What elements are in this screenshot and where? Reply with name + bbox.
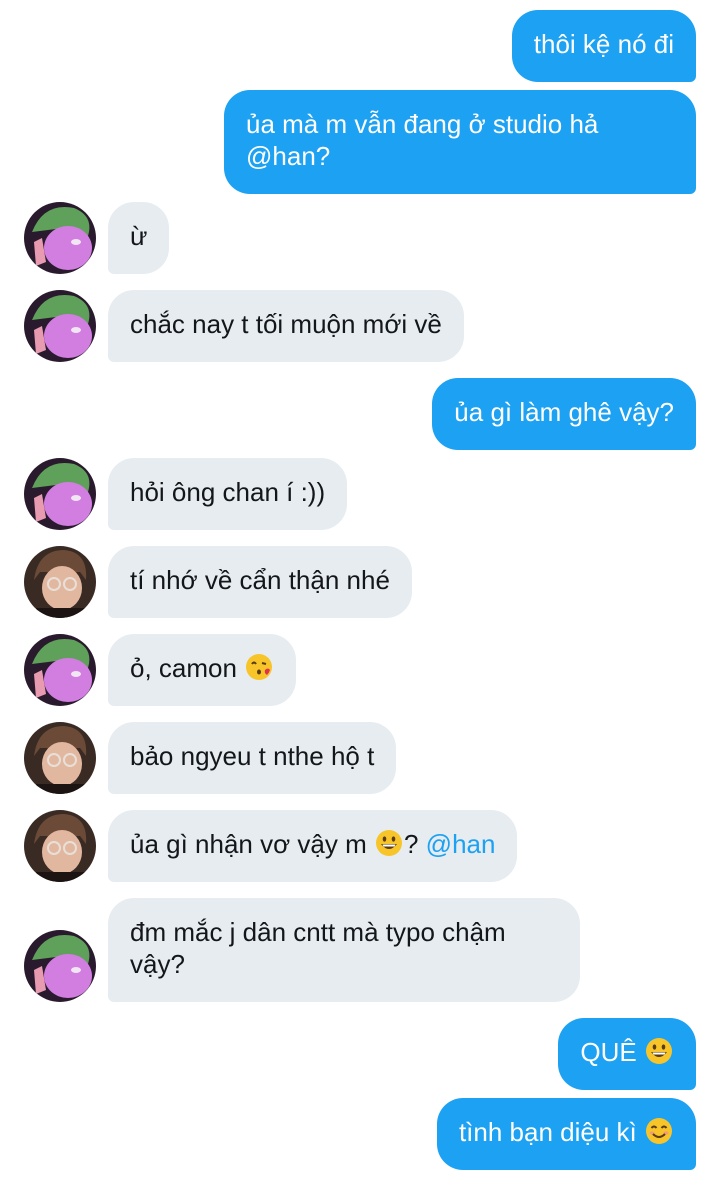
user-avatar-green-hair[interactable] xyxy=(24,634,96,706)
smiling-face-emoji xyxy=(644,1116,674,1146)
avatar-image xyxy=(24,634,96,706)
user-avatar-glasses[interactable] xyxy=(24,810,96,882)
user-avatar-green-hair[interactable] xyxy=(24,290,96,362)
sent-message-bubble[interactable]: tình bạn diệu kì xyxy=(436,1098,696,1170)
grinning-face-emoji xyxy=(374,828,404,858)
received-message-bubble[interactable]: đm mắc j dân cntt mà typo chậm vậy? xyxy=(108,898,580,1002)
message-text: ? xyxy=(403,829,419,859)
sent-message-bubble[interactable]: QUÊ xyxy=(558,1018,696,1090)
avatar-image xyxy=(24,810,96,882)
message-text: ỏ, camon xyxy=(130,653,237,683)
user-avatar-green-hair[interactable] xyxy=(24,458,96,530)
message-text: thôi kệ nó đi xyxy=(533,29,674,59)
user-avatar-green-hair[interactable] xyxy=(24,202,96,274)
user-avatar-green-hair[interactable] xyxy=(24,930,96,1002)
message-text: ừ xyxy=(130,221,148,251)
avatar-image xyxy=(24,458,96,530)
user-avatar-glasses[interactable] xyxy=(24,546,96,618)
avatar-image xyxy=(24,202,96,274)
message-text: chắc nay t tối muộn mới về xyxy=(130,309,442,339)
avatar-image xyxy=(24,930,96,1002)
sent-message-bubble[interactable]: ủa mà m vẫn đang ở studio hả @han? xyxy=(224,90,696,194)
message-text: đm mắc j dân cntt mà typo chậm vậy? xyxy=(130,917,506,979)
sent-message-bubble[interactable]: ủa gì làm ghê vậy? xyxy=(432,378,696,450)
message-text: bảo ngyeu t nthe hộ t xyxy=(130,741,375,771)
mention-link[interactable]: @han xyxy=(426,829,496,859)
sent-message-bubble[interactable]: thôi kệ nó đi xyxy=(511,10,696,82)
avatar-image xyxy=(24,290,96,362)
message-text: QUÊ xyxy=(580,1037,637,1067)
message-text: hỏi ông chan í :)) xyxy=(130,477,326,507)
received-message-bubble[interactable]: hỏi ông chan í :)) xyxy=(108,458,348,530)
received-message-bubble[interactable]: tí nhớ về cẩn thận nhé xyxy=(108,546,412,618)
message-text: ủa gì làm ghê vậy? xyxy=(454,397,674,427)
face-blowing-kiss-emoji xyxy=(244,652,274,682)
received-message-bubble[interactable]: ủa gì nhận vơ vậy m ? @han xyxy=(108,810,518,882)
message-text: ủa mà m vẫn đang ở studio hả @han? xyxy=(246,109,599,171)
avatar-image xyxy=(24,546,96,618)
message-text: tí nhớ về cẩn thận nhé xyxy=(130,565,390,595)
received-message-bubble[interactable]: ỏ, camon xyxy=(108,634,297,706)
received-message-bubble[interactable]: ừ xyxy=(108,202,170,274)
received-message-bubble[interactable]: bảo ngyeu t nthe hộ t xyxy=(108,722,397,794)
grinning-face-emoji xyxy=(644,1036,674,1066)
received-message-bubble[interactable]: chắc nay t tối muộn mới về xyxy=(108,290,464,362)
avatar-image xyxy=(24,722,96,794)
message-text: ủa gì nhận vơ vậy m xyxy=(130,829,367,859)
message-text: tình bạn diệu kì xyxy=(458,1117,637,1147)
user-avatar-glasses[interactable] xyxy=(24,722,96,794)
dm-conversation: thôi kệ nó đi ủa mà m vẫn đang ở studio … xyxy=(0,0,720,1188)
